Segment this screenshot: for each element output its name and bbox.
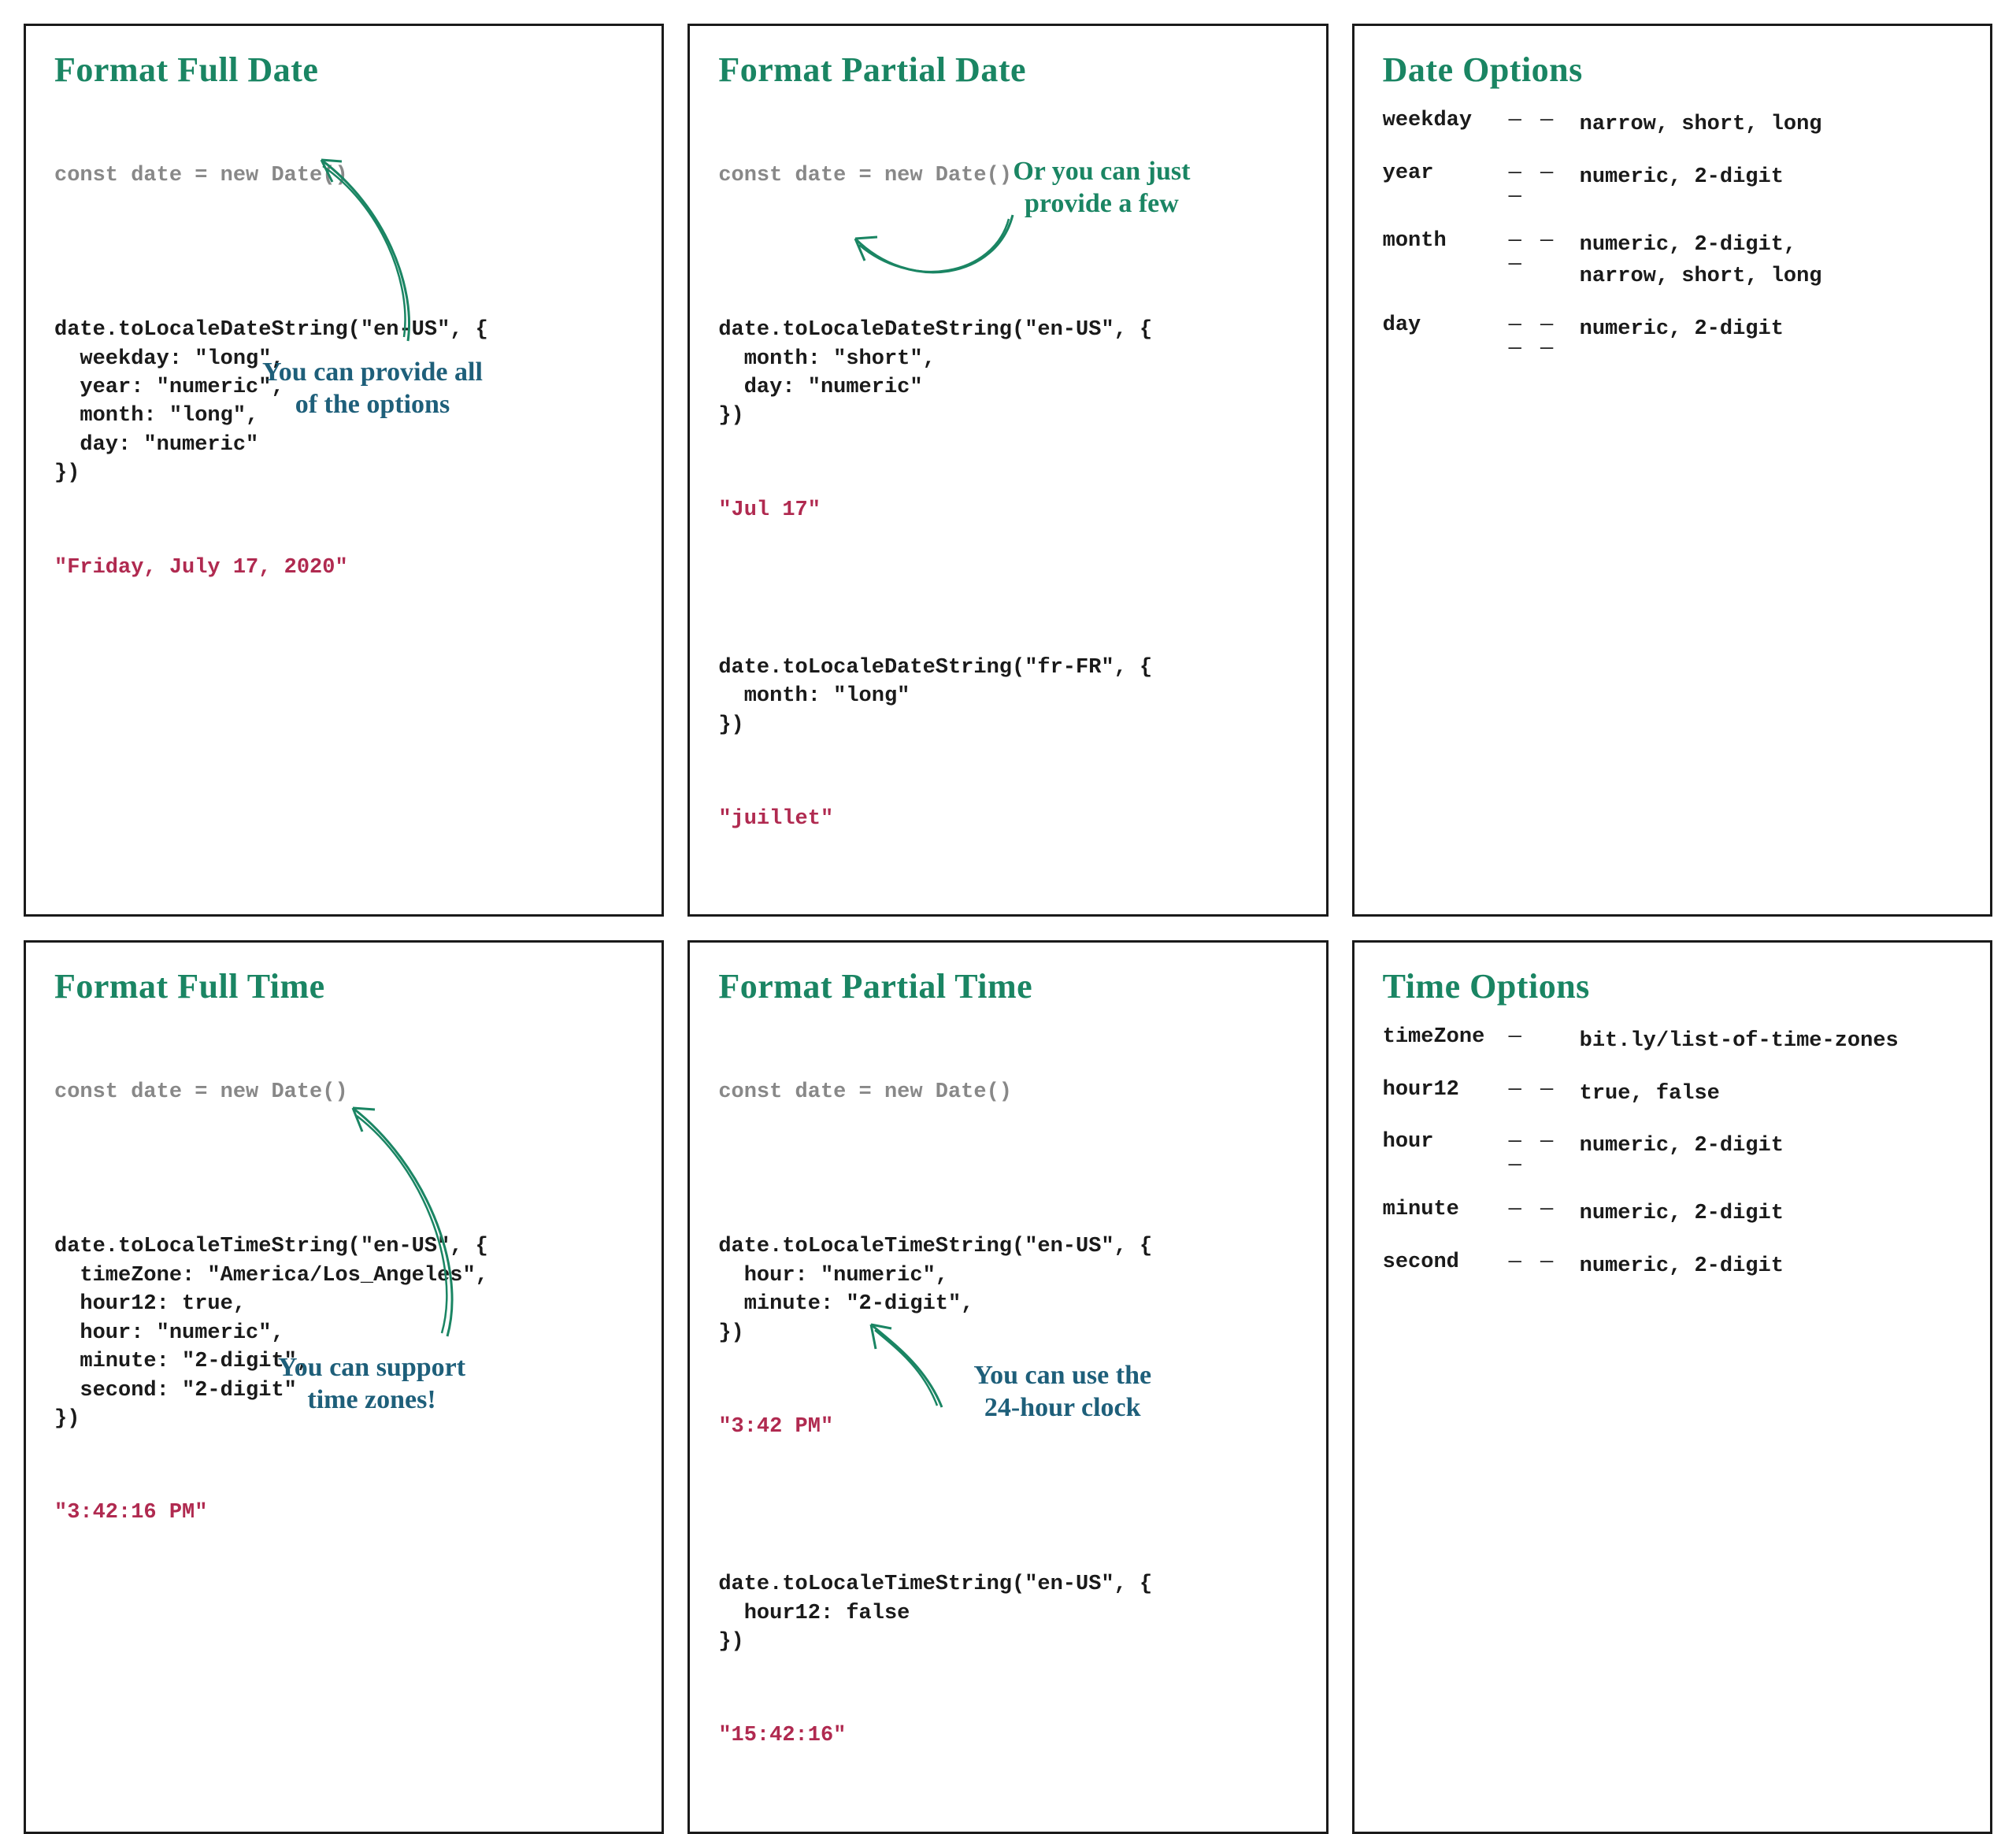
spacer	[54, 247, 633, 258]
annotation: You can use the 24-hour clock	[973, 1360, 1151, 1425]
option-dash: — —	[1509, 109, 1580, 132]
code-decl: const date = new Date()	[54, 161, 633, 190]
card-title: Time Options	[1383, 966, 1962, 1006]
code-main-2: date.toLocaleDateString("fr-FR", { month…	[718, 654, 1297, 739]
card-grid: Format Full Date const date = new Date()…	[24, 24, 1992, 1175]
option-row: hour12— —true, false	[1383, 1078, 1962, 1110]
option-row: second— —numeric, 2-digit	[1383, 1250, 1962, 1283]
option-dash: — —	[1509, 1198, 1580, 1221]
spacer	[718, 247, 1297, 258]
spacer	[718, 582, 1297, 596]
option-key: year	[1383, 161, 1509, 185]
option-row: day— — — —numeric, 2-digit	[1383, 313, 1962, 361]
option-dash: —	[1509, 1025, 1580, 1049]
option-val: numeric, 2-digit	[1580, 161, 1962, 194]
option-row: hour— — —numeric, 2-digit	[1383, 1130, 1962, 1177]
code-output-2: "juillet"	[718, 805, 1297, 833]
card-full-date: Format Full Date const date = new Date()…	[24, 24, 664, 917]
option-row: month— — —numeric, 2-digit, narrow, shor…	[1383, 229, 1962, 293]
code-main: date.toLocaleDateString("en-US", { month…	[718, 316, 1297, 431]
option-val: numeric, 2-digit	[1580, 1130, 1962, 1162]
option-key: timeZone	[1383, 1025, 1509, 1049]
option-val: numeric, 2-digit	[1580, 1198, 1962, 1230]
card-date-options: Date Options weekday— —narrow, short, lo…	[1352, 24, 1992, 917]
code-block: const date = new Date() date.toLocaleTim…	[54, 1021, 633, 1584]
option-dash: — —	[1509, 1250, 1580, 1274]
option-key: day	[1383, 313, 1509, 337]
code-main-2: date.toLocaleTimeString("en-US", { hour1…	[718, 1570, 1297, 1656]
annotation: You can support time zones!	[278, 1352, 465, 1417]
option-key: hour	[1383, 1130, 1509, 1154]
spacer	[718, 1499, 1297, 1513]
option-key: weekday	[1383, 109, 1509, 132]
options-list: weekday— —narrow, short, longyear— — —nu…	[1383, 109, 1962, 361]
card-title: Format Full Time	[54, 966, 633, 1006]
option-key: hour12	[1383, 1078, 1509, 1102]
option-val: bit.ly/list-of-time-zones	[1580, 1025, 1962, 1058]
option-key: month	[1383, 229, 1509, 253]
option-row: year— — —numeric, 2-digit	[1383, 161, 1962, 209]
code-decl: const date = new Date()	[54, 1078, 633, 1106]
code-decl: const date = new Date()	[718, 161, 1297, 190]
option-dash: — — —	[1509, 1130, 1580, 1177]
code-output: "Friday, July 17, 2020"	[54, 554, 633, 582]
code-decl: const date = new Date()	[718, 1078, 1297, 1106]
code-main: date.toLocaleTimeString("en-US", { hour:…	[718, 1232, 1297, 1347]
option-val: numeric, 2-digit, narrow, short, long	[1580, 229, 1962, 293]
option-key: minute	[1383, 1198, 1509, 1221]
options-list: timeZone—bit.ly/list-of-time-zones hour12…	[1383, 1025, 1962, 1282]
option-val: numeric, 2-digit	[1580, 1250, 1962, 1283]
option-row: minute— —numeric, 2-digit	[1383, 1198, 1962, 1230]
option-dash: — — — —	[1509, 313, 1580, 361]
card-title: Format Partial Time	[718, 966, 1297, 1006]
option-val: numeric, 2-digit	[1580, 313, 1962, 346]
option-row: timeZone—bit.ly/list-of-time-zones	[1383, 1025, 1962, 1058]
card-title: Format Partial Date	[718, 50, 1297, 90]
card-time-options: Time Options timeZone—bit.ly/list-of-tim…	[1352, 940, 1992, 1833]
annotation: Or you can just provide a few	[1013, 156, 1190, 220]
annotation: You can provide all of the options	[262, 357, 483, 421]
option-val: narrow, short, long	[1580, 109, 1962, 141]
option-key: second	[1383, 1250, 1509, 1274]
code-output-2: "15:42:16"	[718, 1721, 1297, 1750]
card-partial-date: Format Partial Date const date = new Dat…	[687, 24, 1328, 917]
option-row: weekday— —narrow, short, long	[1383, 109, 1962, 141]
card-title: Date Options	[1383, 50, 1962, 90]
card-full-time: Format Full Time const date = new Date()…	[24, 940, 664, 1833]
option-dash: — — —	[1509, 229, 1580, 276]
card-partial-time: Format Partial Time const date = new Dat…	[687, 940, 1328, 1833]
spacer	[54, 1165, 633, 1176]
card-title: Format Full Date	[54, 50, 633, 90]
code-output: "Jul 17"	[718, 496, 1297, 524]
code-output: "3:42:16 PM"	[54, 1499, 633, 1527]
code-block: const date = new Date() date.toLocaleDat…	[718, 104, 1297, 891]
option-dash: — —	[1509, 1078, 1580, 1102]
option-val: true, false	[1580, 1078, 1962, 1110]
option-dash: — — —	[1509, 161, 1580, 209]
spacer	[718, 1165, 1297, 1176]
